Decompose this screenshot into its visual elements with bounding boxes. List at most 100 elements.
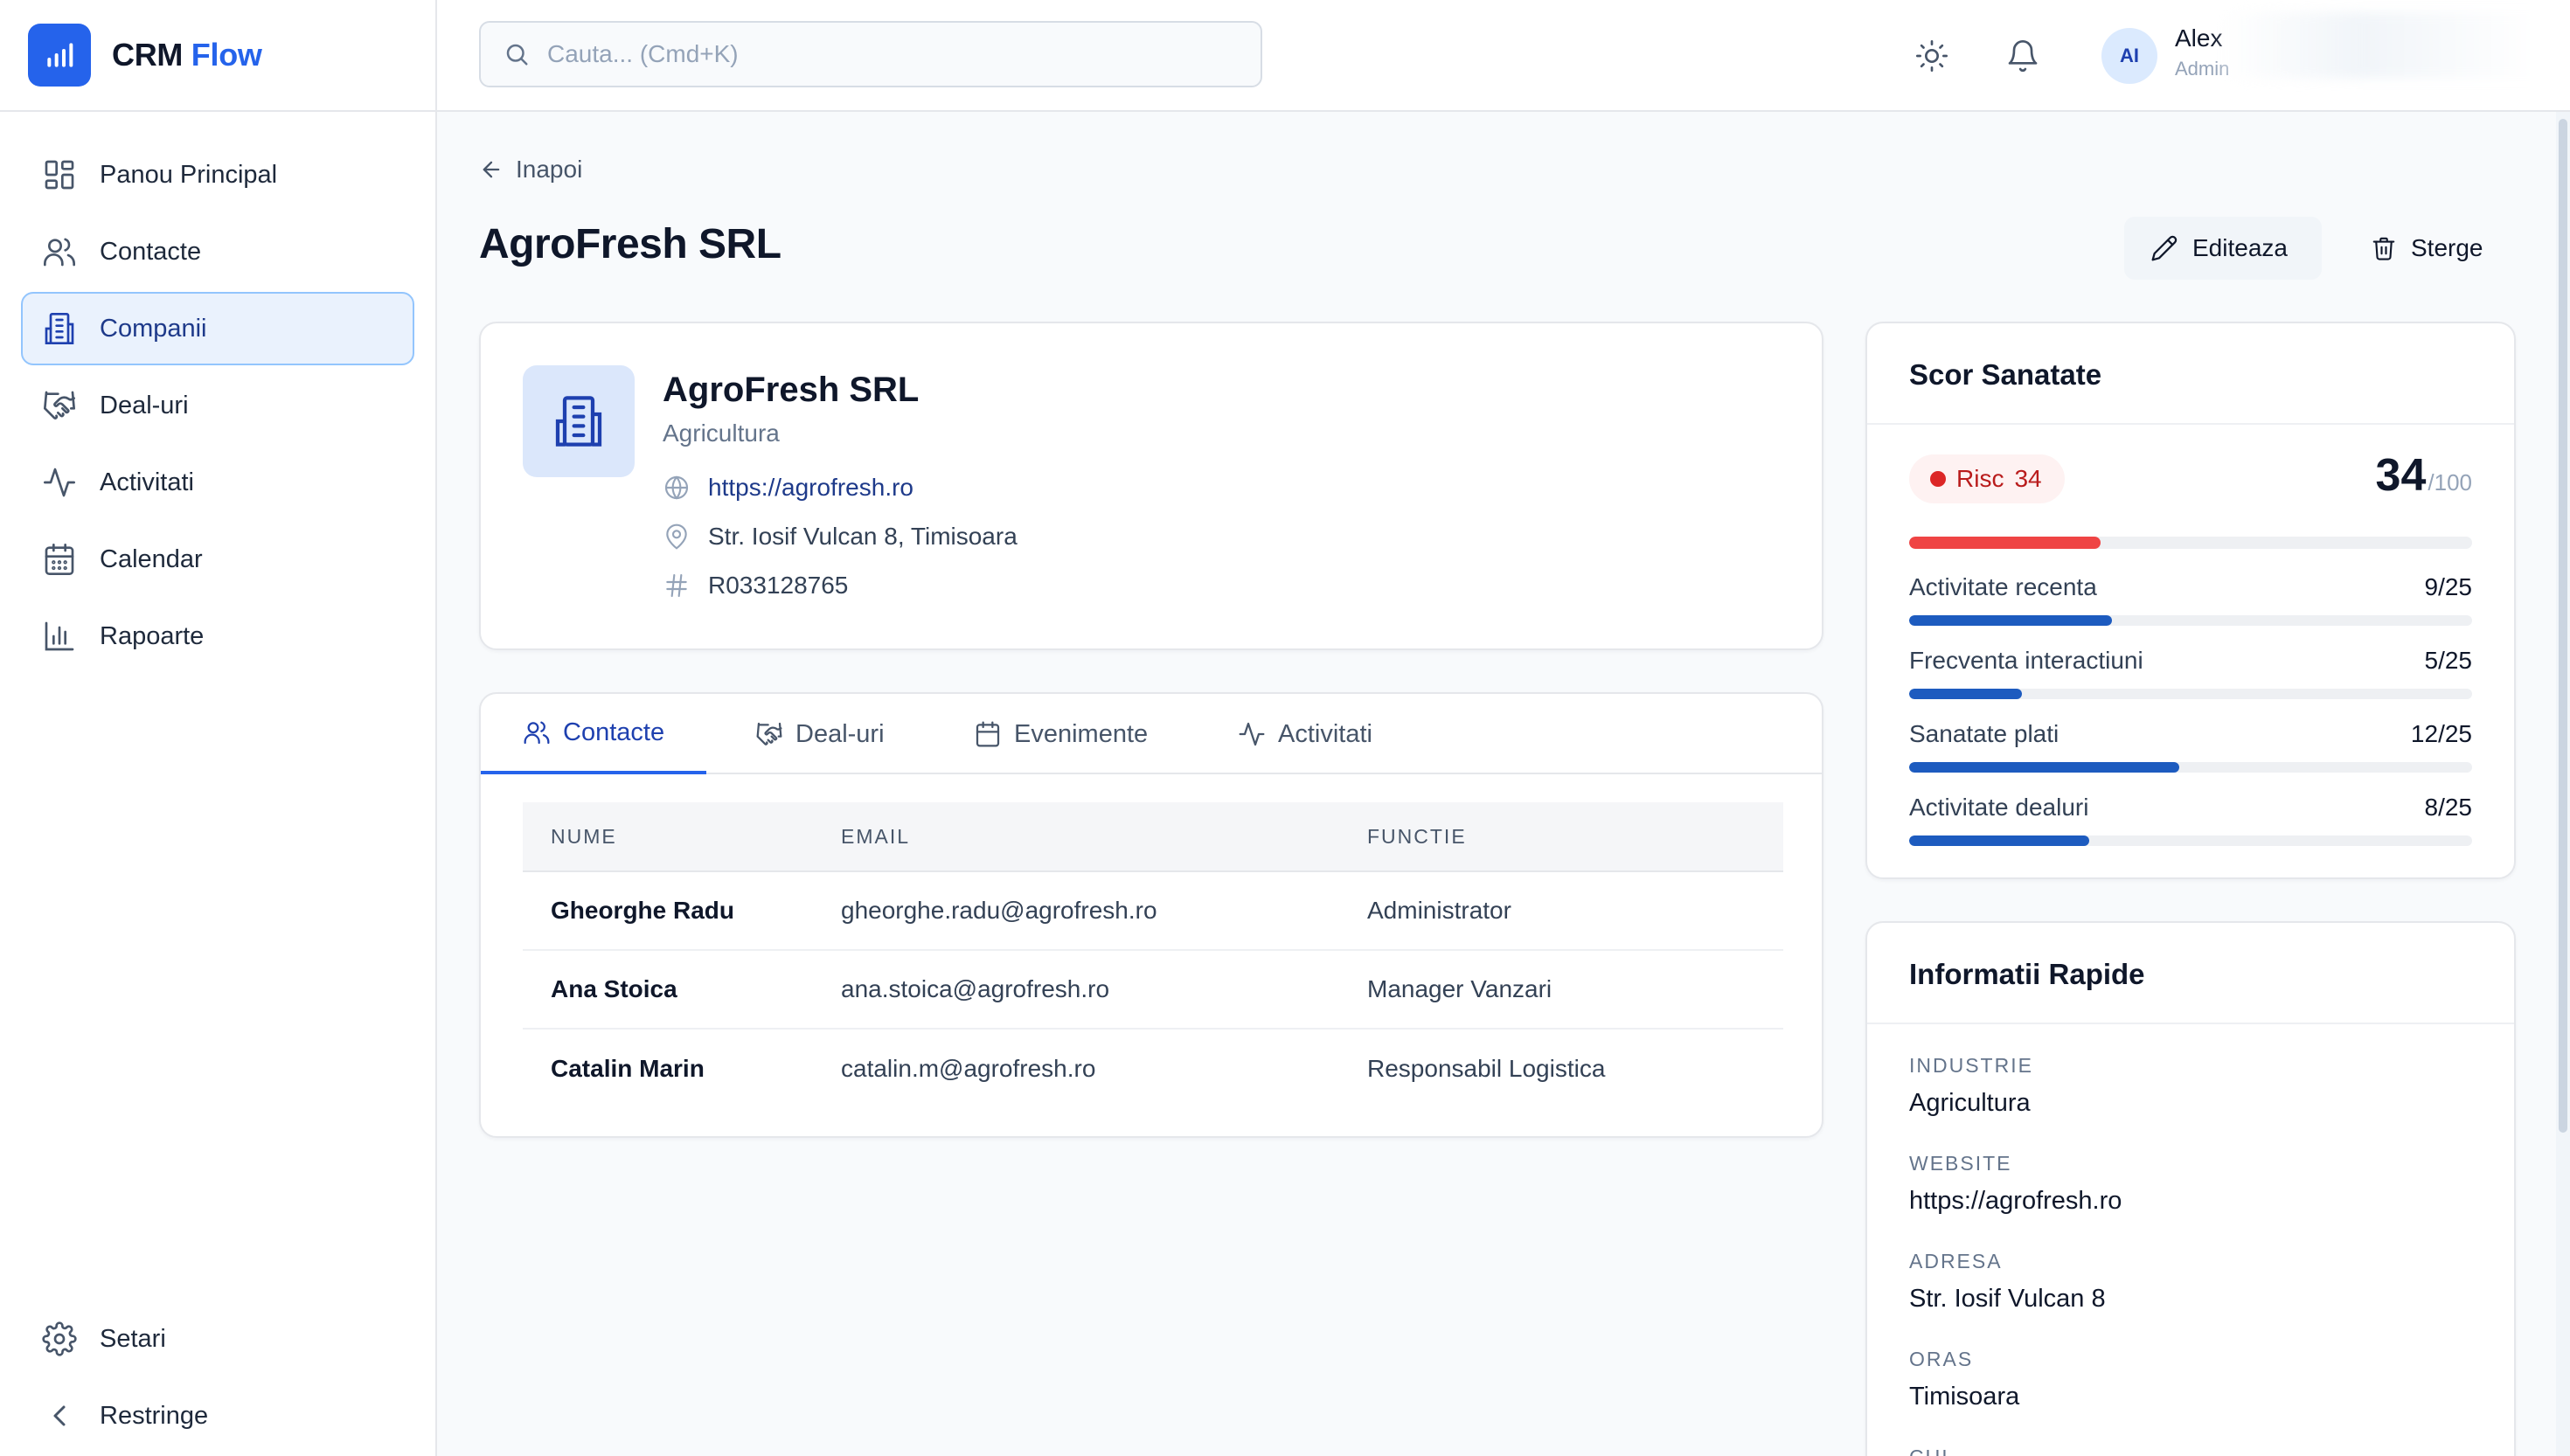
info-value-website-link[interactable]: https://agrofresh.ro [1909,1187,2122,1216]
bell-icon[interactable] [2005,38,2040,73]
tab-label: Activitati [1278,719,1372,748]
metric-bar-fill [1909,762,2180,773]
sidebar-bottom: Setari Restringe [21,1302,414,1456]
hash-icon [666,573,687,598]
search-input[interactable]: Cauta... (Cmd+K) [479,21,1262,87]
table-row[interactable]: Gheorghe Radu gheorghe.radu@agrofresh.ro… [523,872,1783,951]
related-tabs-card: Contacte Deal-uri Evenimente Activitati … [479,692,1823,1138]
column-header-role[interactable]: FUNCTIE [1367,825,1783,849]
tab-contacts[interactable]: Contacte [481,694,707,774]
sidebar-nav: Panou Principal Contacte Companii Deal-u… [0,112,435,673]
metric-label: Sanatate plati [1909,720,2059,747]
company-address: Str. Iosif Vulcan 8, Timisoara [708,523,1018,550]
metric-bar [1909,762,2472,773]
sidebar-item-label: Companii [100,314,207,343]
risk-dot-icon [1930,471,1946,487]
table-header: NUME EMAIL FUNCTIE [523,802,1783,872]
tab-activities[interactable]: Activitati [1196,694,1414,774]
company-registration-row: R033128765 [663,572,848,600]
contact-name[interactable]: Catalin Marin [523,1055,841,1083]
activity-icon [44,468,75,497]
sidebar-item-label: Contacte [100,237,202,266]
metric-label: Activitate dealuri [1909,794,2089,821]
delete-label: Sterge [2411,234,2483,261]
trash-icon [2372,237,2395,260]
search-placeholder: Cauta... (Cmd+K) [547,40,739,67]
tab-label: Deal-uri [795,719,885,748]
info-label-address: ADRESA [1909,1250,2003,1272]
tab-deals[interactable]: Deal-uri [713,694,927,774]
redacted-overlay [2220,12,2570,79]
sidebar-item-settings[interactable]: Setari [21,1302,414,1376]
bar-chart-icon [45,621,74,651]
metric-payment-health: Sanatate plati 12/25 [1909,720,2472,781]
column-header-email[interactable]: EMAIL [841,825,1367,849]
table-row[interactable]: Ana Stoica ana.stoica@agrofresh.ro Manag… [523,951,1783,1030]
sidebar-item-calendar[interactable]: Calendar [21,523,414,596]
column-header-name[interactable]: NUME [523,825,841,849]
delete-button[interactable]: Sterge [2351,217,2509,280]
contacts-table: NUME EMAIL FUNCTIE Gheorghe Radu gheorgh… [523,802,1783,1108]
page-scrollbar[interactable] [2556,112,2570,1456]
arrow-left-icon [483,161,500,178]
contact-name[interactable]: Gheorghe Radu [523,897,841,925]
sidebar-item-contacts[interactable]: Contacte [21,215,414,288]
contact-name[interactable]: Ana Stoica [523,975,841,1003]
activity-icon [1239,722,1265,746]
brand-name-accent: Flow [191,37,262,73]
tab-events[interactable]: Evenimente [932,694,1190,774]
sidebar-item-label: Rapoarte [100,621,205,650]
pencil-icon [2151,235,2178,261]
risk-badge: Risc 34 [1909,454,2065,503]
contact-role: Responsabil Logistica [1367,1055,1606,1082]
sidebar-item-dashboard[interactable]: Panou Principal [21,138,414,211]
divider [1867,1023,2514,1024]
company-industry: Agricultura [663,419,780,447]
quick-info-title: Informatii Rapide [1909,958,2145,990]
health-score-max: /100 [2428,469,2472,496]
search-icon [506,44,528,66]
sun-icon[interactable] [1914,38,1949,73]
info-label-cui: CUI [1909,1446,1949,1456]
health-score-title: Scor Sanatate [1909,358,2102,391]
back-link[interactable]: Inapoi [479,156,582,184]
sidebar-collapse-button[interactable]: Restringe [21,1379,414,1453]
risk-badge-label: Risc [1956,465,2004,492]
page-title: AgroFresh SRL [479,221,781,267]
sidebar: CRM Flow Panou Principal Contacte Compan… [0,0,437,1456]
company-website-link[interactable]: https://agrofresh.ro [708,474,913,502]
health-score: 34 /100 [2376,449,2472,502]
contact-email: catalin.m@agrofresh.ro [841,1055,1096,1082]
info-label-website: WEBSITE [1909,1152,2012,1175]
sidebar-item-reports[interactable]: Rapoarte [21,600,414,673]
brand-logo-icon [28,24,91,87]
sidebar-item-label: Deal-uri [100,391,189,419]
handshake-icon [756,722,782,745]
handshake-icon [44,391,75,419]
contact-role: Administrator [1367,897,1511,924]
metric-bar-fill [1909,615,2112,626]
metric-bar [1909,835,2472,846]
scrollbar-thumb[interactable] [2559,119,2567,1133]
info-label-city: ORAS [1909,1348,1974,1370]
edit-label: Editeaza [2192,234,2288,261]
info-label-industry: INDUSTRIE [1909,1054,2033,1077]
metric-label: Activitate recenta [1909,573,2097,600]
health-score-value: 34 [2375,450,2427,501]
chevron-left-icon [53,1405,66,1426]
contact-role: Manager Vanzari [1367,975,1552,1002]
sidebar-item-deals[interactable]: Deal-uri [21,369,414,442]
gear-icon [42,1321,77,1356]
calendar-icon [976,721,1000,747]
edit-button[interactable]: Editeaza [2124,217,2322,280]
avatar[interactable]: AI [2101,28,2157,84]
table-row[interactable]: Catalin Marin catalin.m@agrofresh.ro Res… [523,1030,1783,1108]
sidebar-item-activities[interactable]: Activitati [21,446,414,519]
sidebar-item-companies[interactable]: Companii [21,292,414,365]
metric-label: Frecventa interactiuni [1909,647,2143,674]
health-score-bar-fill [1909,537,2101,549]
user-name[interactable]: Alex [2175,24,2222,52]
building-icon [45,313,74,344]
brand[interactable]: CRM Flow [0,0,435,112]
brand-name-main: CRM [112,37,184,73]
